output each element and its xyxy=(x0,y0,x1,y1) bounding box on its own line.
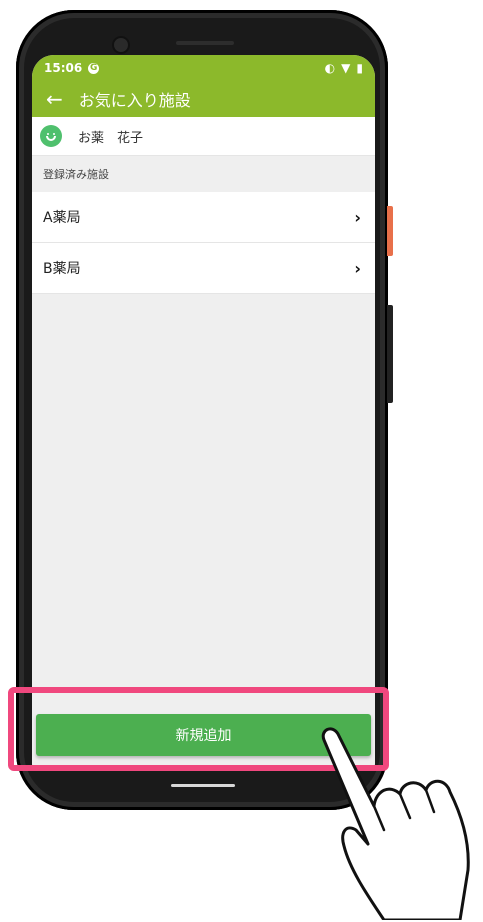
section-header: 登録済み施設 xyxy=(43,168,109,181)
earpiece-speaker xyxy=(176,41,234,45)
app-screen: 15:06 G ◐ ▼ ▮ ← お気に入り施設 お薬 花子 登録済み施設 A薬局… xyxy=(32,55,375,770)
arrow-left-icon[interactable]: ← xyxy=(46,89,63,109)
page-title: お気に入り施設 xyxy=(78,91,191,110)
volume-button xyxy=(387,305,393,403)
front-camera xyxy=(112,36,130,54)
status-time: 15:06 xyxy=(44,61,83,75)
app-bar: ← お気に入り施設 xyxy=(32,81,375,117)
user-row: お薬 花子 xyxy=(32,117,375,156)
user-name: お薬 花子 xyxy=(78,130,144,146)
power-button xyxy=(387,206,393,256)
facility-list: A薬局 › B薬局 › xyxy=(32,192,375,294)
pointing-hand-icon xyxy=(321,727,470,920)
chevron-right-icon: › xyxy=(354,258,361,278)
gesture-bar xyxy=(171,784,235,787)
facility-name: B薬局 xyxy=(43,261,81,277)
wifi-icon: ▼ xyxy=(341,61,351,75)
g-icon: G xyxy=(88,62,100,74)
status-bar: 15:06 G ◐ ▼ ▮ xyxy=(32,55,375,81)
chevron-right-icon: › xyxy=(354,207,361,227)
list-item[interactable]: B薬局 › xyxy=(32,243,375,294)
smiley-face-icon xyxy=(40,125,62,147)
sync-icon: ◐ xyxy=(324,61,336,75)
battery-icon: ▮ xyxy=(356,61,363,75)
list-item[interactable]: A薬局 › xyxy=(32,192,375,243)
facility-name: A薬局 xyxy=(43,210,81,226)
